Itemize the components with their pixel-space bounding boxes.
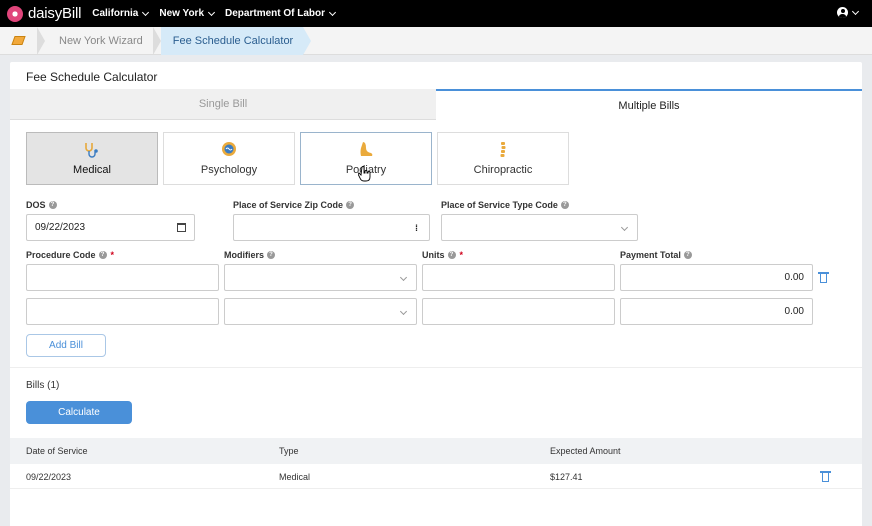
user-icon: [837, 7, 848, 18]
payment-value: 0.00: [784, 306, 804, 317]
help-icon[interactable]: ?: [48, 201, 57, 209]
chevron-down-icon: [620, 223, 629, 232]
help-icon[interactable]: ?: [98, 251, 107, 259]
procedure-code-label: Procedure Code ? *: [26, 250, 114, 260]
home-icon: [11, 36, 26, 45]
chevron-down-icon: [328, 8, 337, 16]
brand-name: daisyBill: [28, 5, 82, 22]
procedure-code-input[interactable]: [26, 264, 219, 291]
modifiers-select[interactable]: [224, 264, 417, 291]
spine-icon: [500, 142, 506, 157]
chevron-down-icon: [142, 8, 150, 16]
help-icon[interactable]: ?: [267, 251, 276, 259]
help-icon[interactable]: ?: [683, 251, 692, 259]
hand-cursor-icon: [358, 166, 371, 182]
required-marker: *: [459, 250, 464, 260]
units-input[interactable]: [422, 264, 615, 291]
help-icon[interactable]: ?: [560, 201, 569, 209]
foot-icon: [360, 142, 373, 156]
breadcrumb-separator: [152, 26, 161, 55]
procedure-code-input[interactable]: [26, 298, 219, 325]
calculate-button[interactable]: Calculate: [26, 401, 132, 424]
zip-label-text: Place of Service Zip Code: [233, 200, 344, 210]
dos-label-text: DOS: [26, 200, 46, 210]
delete-row-trash-icon[interactable]: [818, 272, 829, 283]
bill-type: Medical: [279, 472, 311, 482]
autofill-icon: ⁞: [415, 223, 418, 233]
breadcrumb-wizard[interactable]: New York Wizard: [45, 27, 153, 55]
nav-department-dropdown[interactable]: Department Of Labor: [225, 8, 337, 19]
category-chiropractic[interactable]: Chiropractic: [437, 132, 569, 185]
modifiers-label: Modifiers ?: [224, 250, 276, 260]
chevron-down-icon: [399, 273, 408, 282]
breadcrumb-current: Fee Schedule Calculator: [160, 26, 312, 55]
payment-total-input[interactable]: 0.00: [620, 264, 813, 291]
page-title: Fee Schedule Calculator: [26, 70, 158, 84]
zip-label: Place of Service Zip Code ?: [233, 200, 355, 210]
category-selector: Medical Psychology Podiatry Chiropractic: [26, 132, 574, 185]
type-code-label-text: Place of Service Type Code: [441, 200, 558, 210]
column-expected-amount: Expected Amount: [550, 446, 621, 456]
brain-icon: [222, 142, 236, 156]
payment-value: 0.00: [784, 272, 804, 283]
section-divider: [10, 367, 862, 368]
bill-mode-tabs: Single Bill Multiple Bills: [10, 89, 862, 120]
procedure-label-text: Procedure Code: [26, 250, 96, 260]
dos-label: DOS ?: [26, 200, 57, 210]
add-bill-button[interactable]: Add Bill: [26, 334, 106, 357]
units-label-text: Units: [422, 250, 445, 260]
top-nav: daisyBill California New York Department…: [0, 0, 872, 27]
category-label: Chiropractic: [473, 164, 533, 176]
breadcrumb-separator: [37, 26, 45, 55]
units-input[interactable]: [422, 298, 615, 325]
help-icon[interactable]: ?: [447, 251, 456, 259]
required-marker: *: [110, 250, 115, 260]
calculator-panel: Fee Schedule Calculator Single Bill Mult…: [10, 62, 862, 526]
category-medical[interactable]: Medical: [26, 132, 158, 185]
breadcrumb-home[interactable]: [0, 27, 37, 55]
tab-single-bill[interactable]: Single Bill: [10, 89, 436, 120]
column-type: Type: [279, 446, 299, 456]
zip-code-input[interactable]: ⁞: [233, 214, 430, 241]
category-psychology[interactable]: Psychology: [163, 132, 295, 185]
chevron-down-icon: [399, 307, 408, 316]
column-date-of-service: Date of Service: [26, 446, 88, 456]
nav-department-label: Department Of Labor: [225, 8, 326, 19]
bill-date: 09/22/2023: [26, 472, 72, 482]
calendar-icon[interactable]: [177, 223, 186, 232]
type-code-label: Place of Service Type Code ?: [441, 200, 569, 210]
category-label: Medical: [73, 164, 111, 176]
dos-value: 09/22/2023: [35, 222, 86, 233]
delete-bill-trash-icon[interactable]: [820, 471, 831, 482]
bills-count-title: Bills (1): [26, 380, 60, 391]
chevron-down-icon: [851, 7, 860, 15]
stethoscope-icon: [85, 143, 98, 158]
nav-state-label: California: [92, 8, 139, 19]
bill-amount: $127.41: [550, 472, 583, 482]
chevron-down-icon: [207, 8, 216, 16]
help-icon[interactable]: ?: [346, 201, 355, 209]
table-row: 09/22/2023 Medical $127.41: [10, 464, 862, 489]
units-label: Units ? *: [422, 250, 463, 260]
payment-total-label: Payment Total ?: [620, 250, 692, 260]
tab-multiple-bills[interactable]: Multiple Bills: [436, 89, 862, 120]
brand-logo[interactable]: daisyBill: [7, 5, 81, 22]
modifiers-select[interactable]: [224, 298, 417, 325]
dos-input[interactable]: 09/22/2023: [26, 214, 195, 241]
user-menu[interactable]: [837, 7, 860, 18]
daisy-icon: [7, 5, 23, 22]
nav-region-dropdown[interactable]: New York: [159, 8, 216, 19]
nav-state-dropdown[interactable]: California: [92, 8, 150, 19]
payment-label-text: Payment Total: [620, 250, 681, 260]
modifiers-label-text: Modifiers: [224, 250, 265, 260]
bills-table-header: Date of Service Type Expected Amount: [10, 438, 862, 464]
breadcrumb: New York Wizard Fee Schedule Calculator: [0, 26, 872, 55]
type-code-select[interactable]: [441, 214, 638, 241]
payment-total-input[interactable]: 0.00: [620, 298, 813, 325]
category-label: Psychology: [200, 164, 258, 176]
nav-region-label: New York: [159, 8, 205, 19]
